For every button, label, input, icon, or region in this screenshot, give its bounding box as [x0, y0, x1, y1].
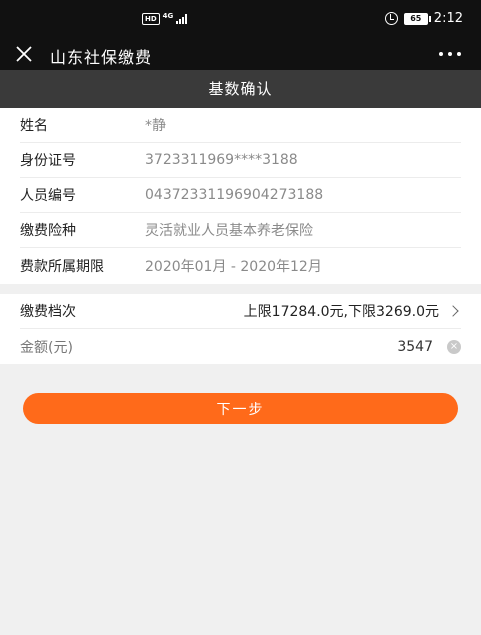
title-bar: 山东社保缴费 — [0, 38, 481, 70]
info-row-id-number: 身份证号 3723311969****3188 — [20, 143, 461, 178]
battery-icon: 65 — [403, 12, 431, 25]
payment-level-label: 缴费档次 — [20, 304, 76, 320]
status-right: 65 2:12 — [384, 11, 463, 26]
info-label: 身份证号 — [20, 153, 76, 169]
page-title: 基数确认 — [0, 70, 481, 108]
chevron-right-icon — [447, 305, 459, 317]
info-value: 灵活就业人员基本养老保险 — [145, 223, 313, 239]
info-label: 缴费险种 — [20, 223, 76, 239]
payment-amount-row: 金额(元) 3547 × — [20, 329, 461, 364]
payment-level-value: 上限17284.0元,下限3269.0元 — [243, 304, 439, 320]
info-value: *静 — [145, 118, 166, 134]
hd-badge: HD — [142, 13, 160, 25]
alarm-icon — [384, 12, 398, 25]
info-value: 2020年01月 - 2020年12月 — [145, 258, 322, 275]
status-left: HD 4G — [142, 11, 188, 25]
close-icon[interactable] — [14, 44, 34, 64]
network-type: 4G — [162, 11, 174, 20]
payment-card: 缴费档次 上限17284.0元,下限3269.0元 金额(元) 3547 × — [0, 294, 481, 364]
status-bar: HD 4G 65 2:12 — [0, 0, 481, 38]
more-icon[interactable] — [439, 52, 461, 56]
next-button[interactable]: 下一步 — [23, 393, 458, 424]
info-row-period: 费款所属期限 2020年01月 - 2020年12月 — [20, 248, 461, 283]
signal-icon — [176, 14, 188, 24]
app-title: 山东社保缴费 — [50, 48, 153, 67]
clear-icon[interactable]: × — [447, 340, 461, 354]
info-row-person-number: 人员编号 04372331196904273188 — [20, 178, 461, 213]
info-value: 3723311969****3188 — [145, 152, 298, 168]
amount-input[interactable]: 3547 — [397, 339, 433, 355]
info-label: 费款所属期限 — [20, 258, 104, 275]
info-label: 人员编号 — [20, 188, 76, 204]
info-label: 姓名 — [20, 118, 48, 134]
status-time: 2:12 — [433, 11, 463, 26]
payment-level-row[interactable]: 缴费档次 上限17284.0元,下限3269.0元 — [20, 294, 461, 329]
info-card: 姓名 *静 身份证号 3723311969****3188 人员编号 04372… — [0, 108, 481, 284]
info-row-name: 姓名 *静 — [20, 108, 461, 143]
info-value: 04372331196904273188 — [145, 187, 324, 203]
info-row-insurance-type: 缴费险种 灵活就业人员基本养老保险 — [20, 213, 461, 248]
amount-label: 金额(元) — [20, 339, 73, 356]
